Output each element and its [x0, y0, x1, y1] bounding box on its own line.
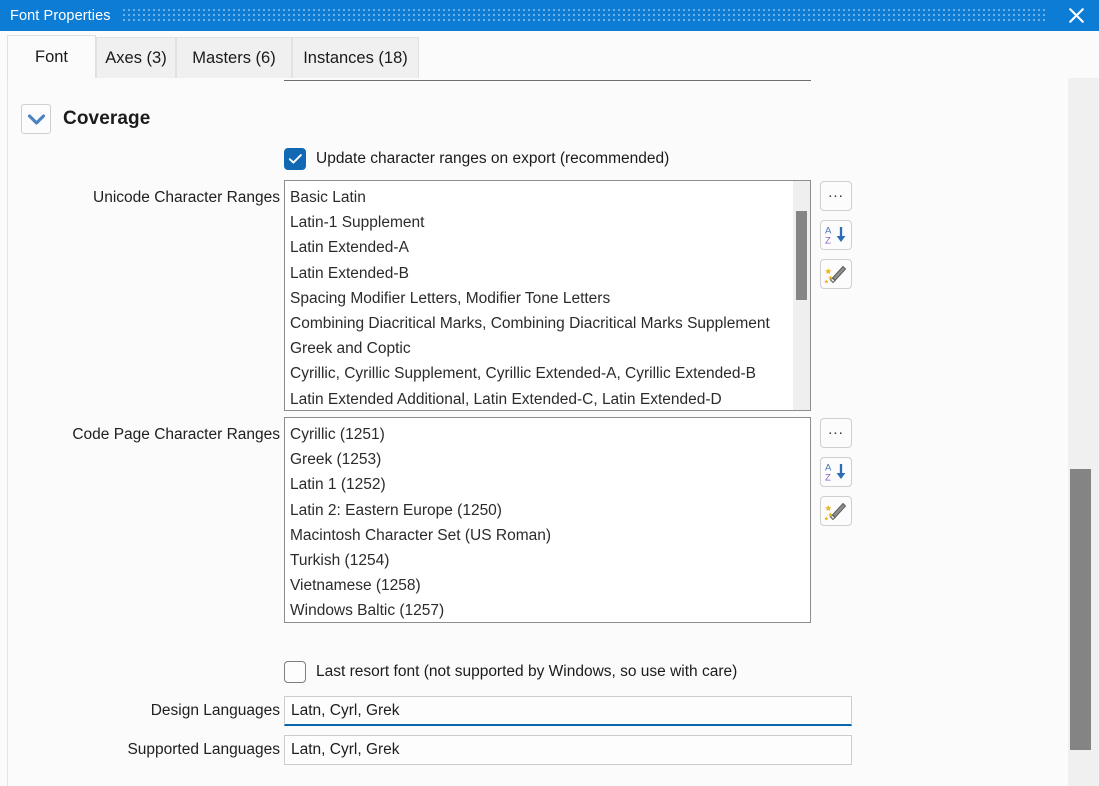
list-item[interactable]: Macintosh Character Set (US Roman) — [290, 523, 551, 548]
codepage-ranges-listbox[interactable]: Cyrillic (1251) Greek (1253) Latin 1 (12… — [284, 417, 811, 623]
unicode-ellipsis-button[interactable]: ... — [820, 181, 852, 211]
list-item[interactable]: Latin Extended-B — [290, 261, 770, 286]
list-item[interactable]: Latin 2: Eastern Europe (1250) — [290, 498, 551, 523]
tab-font-label: Font — [34, 47, 69, 66]
tab-instances[interactable]: Instances (18) — [292, 37, 419, 78]
tab-axes-label: Axes (3) — [105, 48, 167, 67]
unicode-auto-button[interactable] — [820, 259, 852, 289]
titlebar-drag-grip[interactable] — [122, 9, 1047, 22]
codepage-auto-button[interactable] — [820, 496, 852, 526]
unicode-list-scrollbar-thumb[interactable] — [796, 211, 807, 300]
unicode-list-scrollbar[interactable] — [793, 181, 810, 410]
list-item[interactable]: Latin-1 Supplement — [290, 210, 770, 235]
ellipsis-icon: ... — [828, 420, 844, 438]
update-ranges-label: Update character ranges on export (recom… — [316, 150, 670, 167]
last-resort-checkbox[interactable] — [284, 661, 306, 683]
supported-languages-label: Supported Languages — [127, 741, 280, 758]
unicode-ranges-items: Basic Latin Latin-1 Supplement Latin Ext… — [285, 181, 770, 410]
list-item[interactable]: Greek (1253) — [290, 447, 551, 472]
last-resort-row[interactable]: Last resort font (not supported by Windo… — [284, 661, 737, 683]
tab-font[interactable]: Font — [7, 35, 96, 78]
main-vertical-scrollbar[interactable] — [1068, 78, 1099, 786]
window-title: Font Properties — [10, 7, 111, 24]
tab-masters-label: Masters (6) — [192, 48, 276, 67]
list-item[interactable]: Turkish (1254) — [290, 548, 551, 573]
codepage-ellipsis-button[interactable]: ... — [820, 418, 852, 448]
magic-wand-icon — [824, 502, 847, 521]
unicode-sort-button[interactable]: A Z — [820, 220, 852, 250]
list-item[interactable]: Latin Extended Additional, Latin Extende… — [290, 387, 770, 410]
section-divider — [284, 80, 811, 81]
design-languages-label: Design Languages — [150, 702, 280, 719]
list-item[interactable]: Cyrillic (1251) — [290, 422, 551, 447]
list-item[interactable]: Greek and Coptic — [290, 336, 770, 361]
list-item[interactable]: Spacing Modifier Letters, Modifier Tone … — [290, 286, 770, 311]
sort-az-descending-icon: A Z — [825, 226, 846, 247]
unicode-ranges-label: Unicode Character Ranges — [93, 189, 280, 206]
list-item[interactable]: Basic Latin — [290, 185, 770, 210]
update-ranges-row[interactable]: Update character ranges on export (recom… — [284, 148, 669, 170]
svg-text:Z: Z — [825, 236, 831, 247]
codepage-sort-button[interactable]: A Z — [820, 457, 852, 487]
svg-text:Z: Z — [825, 473, 831, 484]
font-tab-content: Coverage Update character ranges on expo… — [7, 78, 1067, 786]
last-resort-label: Last resort font (not supported by Windo… — [316, 663, 738, 680]
design-languages-input[interactable] — [284, 696, 852, 726]
list-item[interactable]: Windows Baltic (1257) — [290, 598, 551, 622]
coverage-title: Coverage — [63, 108, 151, 129]
tab-axes[interactable]: Axes (3) — [96, 37, 176, 78]
ellipsis-icon: ... — [828, 183, 844, 201]
magic-wand-icon — [824, 265, 847, 284]
close-icon[interactable] — [1053, 0, 1099, 31]
list-item[interactable]: Combining Diacritical Marks, Combining D… — [290, 311, 770, 336]
list-item[interactable]: Latin Extended-A — [290, 235, 770, 260]
coverage-group-header: Coverage — [21, 104, 150, 134]
list-item[interactable]: Vietnamese (1258) — [290, 573, 551, 598]
codepage-ranges-label: Code Page Character Ranges — [72, 426, 280, 443]
window-titlebar[interactable]: Font Properties — [0, 0, 1099, 31]
tab-instances-label: Instances (18) — [303, 48, 408, 67]
update-ranges-checkbox[interactable] — [284, 148, 306, 170]
list-item[interactable]: Latin 1 (1252) — [290, 472, 551, 497]
tab-masters[interactable]: Masters (6) — [176, 37, 292, 78]
sort-az-descending-icon: A Z — [825, 463, 846, 484]
chevron-down-icon[interactable] — [21, 104, 51, 134]
main-vertical-scrollbar-thumb[interactable] — [1070, 469, 1091, 750]
unicode-ranges-listbox[interactable]: Basic Latin Latin-1 Supplement Latin Ext… — [284, 180, 811, 411]
tab-strip: Font Axes (3) Masters (6) Instances (18) — [0, 31, 1099, 78]
font-properties-window: Font Properties Font Axes (3) Masters (6… — [0, 0, 1099, 786]
codepage-ranges-items: Cyrillic (1251) Greek (1253) Latin 1 (12… — [285, 418, 551, 622]
supported-languages-input[interactable] — [284, 735, 852, 765]
list-item[interactable]: Cyrillic, Cyrillic Supplement, Cyrillic … — [290, 361, 770, 386]
